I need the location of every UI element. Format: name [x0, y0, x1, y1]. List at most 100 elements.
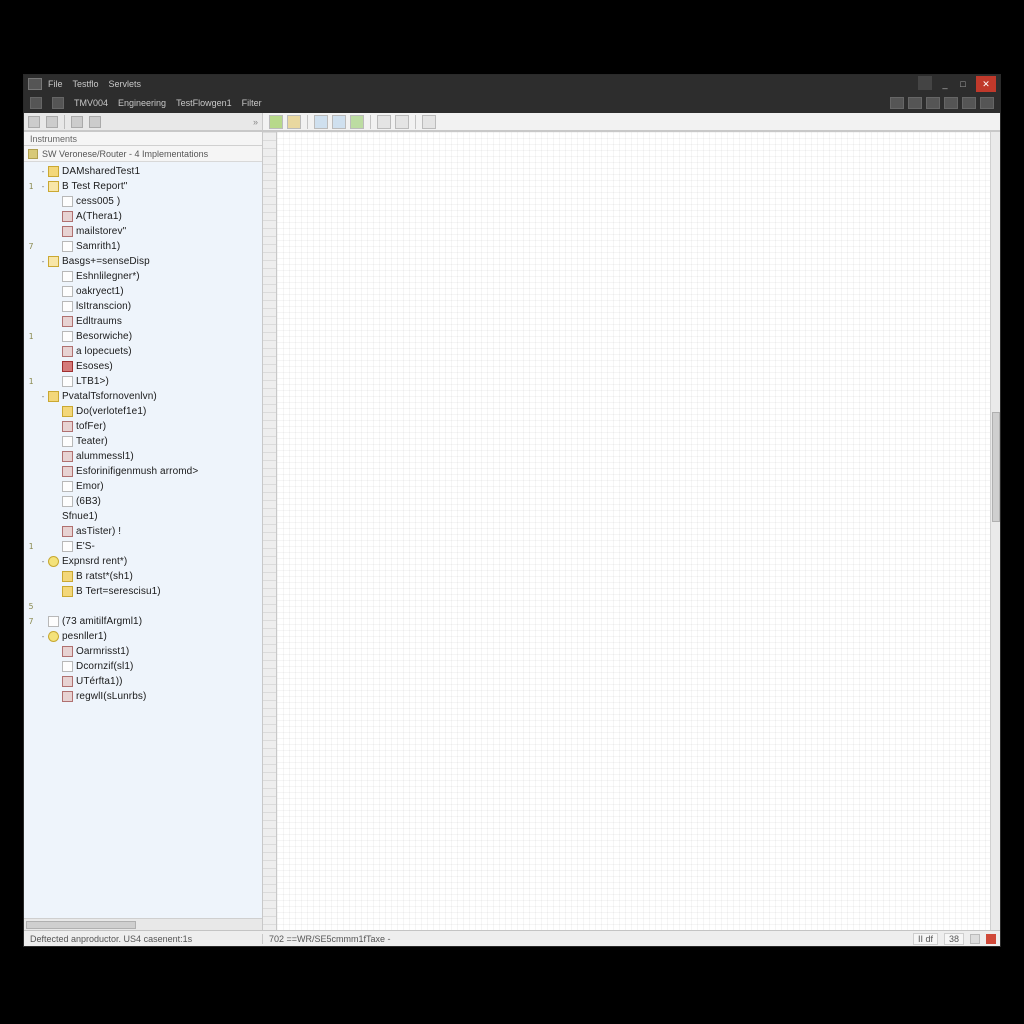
toolbar-right-icon-6[interactable]: [980, 97, 994, 109]
tree-item[interactable]: B Tert=serescisu1): [24, 584, 262, 599]
status-record-icon[interactable]: [986, 934, 996, 944]
tree-item-label: (6B3): [76, 496, 101, 507]
tree-item[interactable]: 5: [24, 599, 262, 614]
tree-item[interactable]: Dcornzif(sl1): [24, 659, 262, 674]
design-canvas[interactable]: [277, 132, 1000, 930]
scrollbar-thumb[interactable]: [992, 412, 1000, 522]
tree-item[interactable]: -pesnller1): [24, 629, 262, 644]
expand-toggle-icon[interactable]: -: [38, 257, 48, 266]
tree-item[interactable]: Emor): [24, 479, 262, 494]
tree-item-label: LTB1>): [76, 376, 109, 387]
tree-item[interactable]: 1LTB1>): [24, 374, 262, 389]
sidebar-h-scrollbar[interactable]: [24, 918, 262, 930]
module-icon: [62, 211, 73, 222]
sidebar-tab[interactable]: Instruments: [24, 132, 262, 146]
tree-item-label: PvatalTsfornovenlvn): [62, 391, 157, 402]
tree-item[interactable]: tofFer): [24, 419, 262, 434]
toolbar-right-icon-2[interactable]: [908, 97, 922, 109]
tree-item[interactable]: - PvatalTsfornovenlvn): [24, 389, 262, 404]
tree-item-label: Besorwiche): [76, 331, 132, 342]
tree-item[interactable]: B ratst*(sh1): [24, 569, 262, 584]
tree-item[interactable]: -DAMsharedTest1: [24, 164, 262, 179]
tree-item[interactable]: Edltraums: [24, 314, 262, 329]
tree-item-label: a lopecuets): [76, 346, 132, 357]
tree-item-label: Edltraums: [76, 316, 122, 327]
editor-tool-icon-3[interactable]: [314, 115, 328, 129]
tree-item[interactable]: A(Thera1): [24, 209, 262, 224]
panel-tool-icon-4[interactable]: [89, 116, 101, 128]
menu-servlets[interactable]: Servlets: [109, 79, 142, 89]
menu-file[interactable]: File: [48, 79, 63, 89]
toolbar-right-icon-4[interactable]: [944, 97, 958, 109]
star-icon: [48, 631, 59, 642]
expand-toggle-icon[interactable]: -: [38, 557, 48, 566]
tree-item[interactable]: Esoses): [24, 359, 262, 374]
sub-toolbar-right: [263, 113, 1000, 130]
titlebar-tool-icon[interactable]: [918, 76, 932, 90]
editor-tool-icon-6[interactable]: [377, 115, 391, 129]
titlebar: File Testflo Servlets _ □ ✕: [24, 75, 1000, 93]
scrollbar-thumb[interactable]: [26, 921, 136, 929]
editor-tool-icon-7[interactable]: [395, 115, 409, 129]
tree-item[interactable]: mailstorev": [24, 224, 262, 239]
editor-tool-icon-8[interactable]: [422, 115, 436, 129]
expand-toggle-icon[interactable]: -: [38, 392, 48, 401]
expand-toggle-icon[interactable]: -: [38, 167, 48, 176]
panel-tool-icon-3[interactable]: [71, 116, 83, 128]
status-icon[interactable]: [970, 934, 980, 944]
sidebar-root-header[interactable]: SW Veronese/Router - 4 Implementations: [24, 146, 262, 162]
status-chip-1[interactable]: II df: [913, 933, 938, 945]
toolbar-label-1[interactable]: TMV004: [74, 98, 108, 108]
tree-item[interactable]: lsItranscion): [24, 299, 262, 314]
tree-item[interactable]: Esforinifigenmush arromd>: [24, 464, 262, 479]
tree-item[interactable]: -Expnsrd rent*): [24, 554, 262, 569]
toolbar-label-3[interactable]: TestFlowgen1: [176, 98, 232, 108]
tree-item-label: lsItranscion): [76, 301, 131, 312]
tree-item[interactable]: (6B3): [24, 494, 262, 509]
toolbar-btn-2-icon[interactable]: [52, 97, 64, 109]
toolbar-right-icon-3[interactable]: [926, 97, 940, 109]
editor-tool-icon-2[interactable]: [287, 115, 301, 129]
toolbar-right-icon-1[interactable]: [890, 97, 904, 109]
expand-toggle-icon[interactable]: -: [38, 632, 48, 641]
expand-toggle-icon[interactable]: -: [38, 182, 48, 191]
status-chip-2[interactable]: 38: [944, 933, 964, 945]
tree-item[interactable]: regwlI(sLunrbs): [24, 689, 262, 704]
panel-collapse-icon[interactable]: »: [253, 117, 258, 127]
window-minimize-button[interactable]: _: [936, 76, 954, 92]
window-maximize-button[interactable]: □: [954, 76, 972, 92]
tree-item[interactable]: Do(verlotef1e1): [24, 404, 262, 419]
tree-item[interactable]: UTérfta1)): [24, 674, 262, 689]
window-close-button[interactable]: ✕: [976, 76, 996, 92]
tree-item[interactable]: Sfnue1): [24, 509, 262, 524]
tree-item[interactable]: 7Samrith1): [24, 239, 262, 254]
tree-item[interactable]: asTister) !: [24, 524, 262, 539]
tree-item[interactable]: 1E'S-: [24, 539, 262, 554]
tree-view[interactable]: -DAMsharedTest11-B Test Report"cess005 )…: [24, 162, 262, 918]
toolbar-right-icon-5[interactable]: [962, 97, 976, 109]
menu-testflo[interactable]: Testflo: [73, 79, 99, 89]
toolbar-label-4[interactable]: Filter: [242, 98, 262, 108]
tree-item[interactable]: alummessl1): [24, 449, 262, 464]
tree-item[interactable]: -Basgs+=senseDisp: [24, 254, 262, 269]
editor-tool-icon-1[interactable]: [269, 115, 283, 129]
tree-item[interactable]: 7(73 amitilfArgml1): [24, 614, 262, 629]
tree-item[interactable]: Teater): [24, 434, 262, 449]
tree-item[interactable]: 1-B Test Report": [24, 179, 262, 194]
dark-toolbar: TMV004 Engineering TestFlowgen1 Filter: [24, 93, 1000, 113]
tree-item[interactable]: a lopecuets): [24, 344, 262, 359]
tree-item[interactable]: Eshnlilegner*): [24, 269, 262, 284]
panel-tool-icon-1[interactable]: [28, 116, 40, 128]
panel-tool-icon-2[interactable]: [46, 116, 58, 128]
tree-item[interactable]: oakryect1): [24, 284, 262, 299]
tree-item[interactable]: 1Besorwiche): [24, 329, 262, 344]
editor-tool-icon-5[interactable]: [350, 115, 364, 129]
toolbar-label-2[interactable]: Engineering: [118, 98, 166, 108]
tree-item[interactable]: Oarmrisst1): [24, 644, 262, 659]
sidebar-root-label: SW Veronese/Router - 4 Implementations: [42, 149, 208, 159]
separator: [64, 115, 65, 129]
editor-tool-icon-4[interactable]: [332, 115, 346, 129]
tree-item[interactable]: cess005 ): [24, 194, 262, 209]
toolbar-btn-1-icon[interactable]: [30, 97, 42, 109]
canvas-v-scrollbar[interactable]: [990, 132, 1000, 930]
